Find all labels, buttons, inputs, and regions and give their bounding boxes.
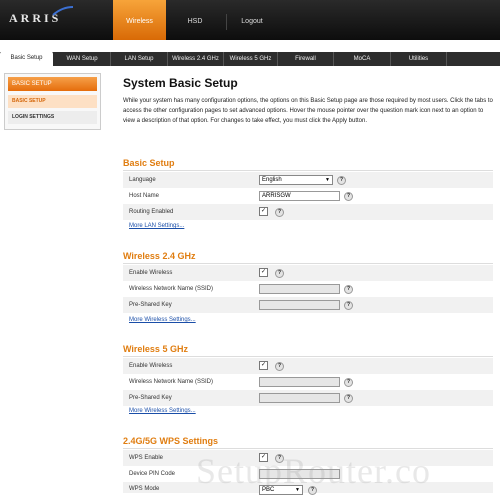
help-icon[interactable]: ? [344,394,353,403]
sidebar-heading: BASIC SETUP [8,77,97,91]
page-title: System Basic Setup [123,76,238,90]
section-title-wireless-5: Wireless 5 GHz [123,344,188,354]
topnav-hsd[interactable]: HSD [180,0,210,40]
wps-enable-label: WPS Enable [129,455,164,461]
sidebar-item-basic-setup[interactable]: BASIC SETUP [8,95,97,108]
psk-24-input[interactable] [259,300,340,310]
sidebar: BASIC SETUP BASIC SETUP LOGIN SETTINGS [4,73,101,130]
psk-label: Pre-Shared Key [129,302,172,308]
language-select[interactable]: English ▼ [259,175,333,185]
help-icon[interactable]: ? [275,208,284,217]
topnav-logout[interactable]: Logout [237,0,267,40]
chevron-down-icon: ▼ [325,177,330,183]
intro-text: While your system has many configuration… [123,98,493,124]
ssid-label: Wireless Network Name (SSID) [129,379,214,385]
row-enable-wireless-24: Enable Wireless ✓ ? [123,265,493,281]
tab-basic-setup[interactable]: Basic Setup [0,51,53,66]
row-language: Language English ▼ ? [123,172,493,188]
tab-moca[interactable]: MoCA [334,52,391,66]
routing-label: Routing Enabled [129,209,174,215]
ssid-5-input[interactable] [259,377,340,387]
sidebar-item-login-settings[interactable]: LOGIN SETTINGS [8,111,97,124]
row-enable-wireless-5: Enable Wireless ✓ ? [123,358,493,374]
topnav-wireless[interactable]: Wireless [113,0,166,40]
hostname-input[interactable]: ARRISGW [259,191,340,201]
help-icon[interactable]: ? [344,192,353,201]
logo-swoosh-icon [52,6,74,16]
enable-wireless-label: Enable Wireless [129,270,173,276]
psk-5-input[interactable] [259,393,340,403]
row-psk-24: Pre-Shared Key ? [123,297,493,313]
tab-wireless-24[interactable]: Wireless 2.4 GHz [168,52,224,66]
tab-lan-setup[interactable]: LAN Setup [111,52,168,66]
topnav-divider [226,14,227,30]
psk-label: Pre-Shared Key [129,395,172,401]
device-pin-label: Device PIN Code [129,471,176,477]
enable-wireless-24-checkbox[interactable]: ✓ [259,268,268,277]
tab-bar: Basic Setup WAN Setup LAN Setup Wireless… [0,51,500,66]
ssid-label: Wireless Network Name (SSID) [129,286,214,292]
tab-firewall[interactable]: Firewall [278,52,334,66]
help-icon[interactable]: ? [275,269,284,278]
enable-wireless-label: Enable Wireless [129,363,173,369]
language-label: Language [129,177,156,183]
tab-utilities[interactable]: Utilities [391,52,447,66]
row-ssid-24: Wireless Network Name (SSID) ? [123,281,493,297]
tab-wireless-5[interactable]: Wireless 5 GHz [224,52,278,66]
wps-mode-label: WPS Mode [129,486,160,492]
tab-wan-setup[interactable]: WAN Setup [54,52,111,66]
help-icon[interactable]: ? [344,285,353,294]
help-icon[interactable]: ? [344,378,353,387]
row-ssid-5: Wireless Network Name (SSID) ? [123,374,493,390]
divider [123,356,493,357]
more-lan-settings-link[interactable]: More LAN Settings... [129,223,184,229]
section-title-basic: Basic Setup [123,158,175,168]
row-routing: Routing Enabled ✓ ? [123,204,493,220]
divider [123,263,493,264]
more-wireless-5-settings-link[interactable]: More Wireless Settings... [129,408,196,414]
section-title-wireless-24: Wireless 2.4 GHz [123,251,196,261]
divider [123,448,493,449]
help-icon[interactable]: ? [337,176,346,185]
routing-checkbox[interactable]: ✓ [259,207,268,216]
ssid-24-input[interactable] [259,284,340,294]
hostname-label: Host Name [129,193,160,199]
watermark: SetupRouter.co [196,451,431,491]
header-bar: ARRIS Wireless HSD Logout [0,0,500,40]
divider [123,170,493,171]
help-icon[interactable]: ? [344,301,353,310]
enable-wireless-5-checkbox[interactable]: ✓ [259,361,268,370]
more-wireless-24-settings-link[interactable]: More Wireless Settings... [129,317,196,323]
section-title-wps: 2.4G/5G WPS Settings [123,436,219,446]
row-psk-5: Pre-Shared Key ? [123,390,493,406]
row-hostname: Host Name ARRISGW ? [123,188,493,204]
help-icon[interactable]: ? [275,362,284,371]
